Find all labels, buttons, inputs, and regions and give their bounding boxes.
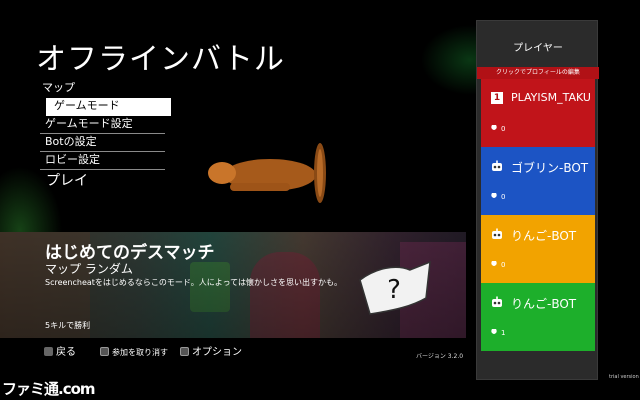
players-panel-title: プレイヤー	[513, 43, 563, 54]
player-score: 1	[491, 329, 505, 337]
back-key-icon	[44, 347, 53, 356]
edit-profile-hint: クリックでプロフィールの編集	[477, 67, 599, 79]
trial-label: trial version	[609, 374, 639, 380]
player-slot-2[interactable]: ゴブリン-BOT 0	[481, 147, 595, 215]
version-label: バージョン 3.2.0	[416, 353, 464, 360]
circle-key-icon	[180, 347, 189, 356]
player-slot-1[interactable]: 1 PLAYISM_TAKU 0	[481, 79, 595, 147]
bot-icon	[492, 296, 502, 307]
menu-item-bot-settings[interactable]: Botの設定	[40, 134, 165, 152]
options-button[interactable]: オプション	[180, 346, 242, 360]
menu-item-game-mode[interactable]: ゲームモード	[46, 98, 171, 116]
player-slot-3[interactable]: りんご-BOT 0	[481, 215, 595, 283]
player-score: 0	[491, 193, 505, 201]
page-title: オフラインバトル	[36, 42, 285, 77]
mode-description: Screencheatをはじめるならこのモード。人によっては懐かしさを思い出すか…	[45, 278, 342, 287]
player-name: りんご-BOT	[511, 297, 577, 311]
player-score: 0	[491, 261, 505, 269]
settings-menu: マップ ゲームモード ゲームモード設定 Botの設定 ロビー設定 プレイ	[40, 80, 171, 192]
random-map-flag-icon: ?	[359, 260, 431, 315]
player-slot-4[interactable]: りんご-BOT 1	[481, 283, 595, 351]
player-score: 0	[491, 125, 505, 133]
menu-item-play[interactable]: プレイ	[40, 170, 165, 192]
back-button[interactable]: 戻る	[44, 346, 76, 360]
bot-icon	[492, 228, 502, 239]
mode-win-condition: 5キルで勝利	[45, 321, 91, 330]
svg-text:?: ?	[387, 275, 401, 305]
player-name: PLAYISM_TAKU	[511, 91, 591, 104]
mannequin-figure	[208, 143, 326, 203]
watermark-logo: ファミ通.com	[2, 380, 96, 398]
bot-icon	[492, 160, 502, 171]
leave-button[interactable]: 参加を取り消す	[100, 346, 168, 360]
trophy-icon	[491, 125, 497, 131]
trophy-icon	[491, 261, 497, 267]
x-key-icon	[100, 347, 109, 356]
players-panel: プレイヤー クリックでプロフィールの編集 1 PLAYISM_TAKU 0 ゴブ…	[476, 20, 599, 380]
menu-item-map[interactable]: マップ	[40, 80, 165, 98]
player-number-badge: 1	[491, 92, 503, 104]
trophy-icon	[491, 329, 497, 335]
trophy-icon	[491, 193, 497, 199]
menu-item-lobby-settings[interactable]: ロビー設定	[40, 152, 165, 170]
player-name: りんご-BOT	[511, 229, 577, 243]
player-name: ゴブリン-BOT	[511, 161, 589, 175]
menu-item-game-mode-settings[interactable]: ゲームモード設定	[40, 116, 165, 134]
mode-map: マップ ランダム	[45, 262, 133, 276]
